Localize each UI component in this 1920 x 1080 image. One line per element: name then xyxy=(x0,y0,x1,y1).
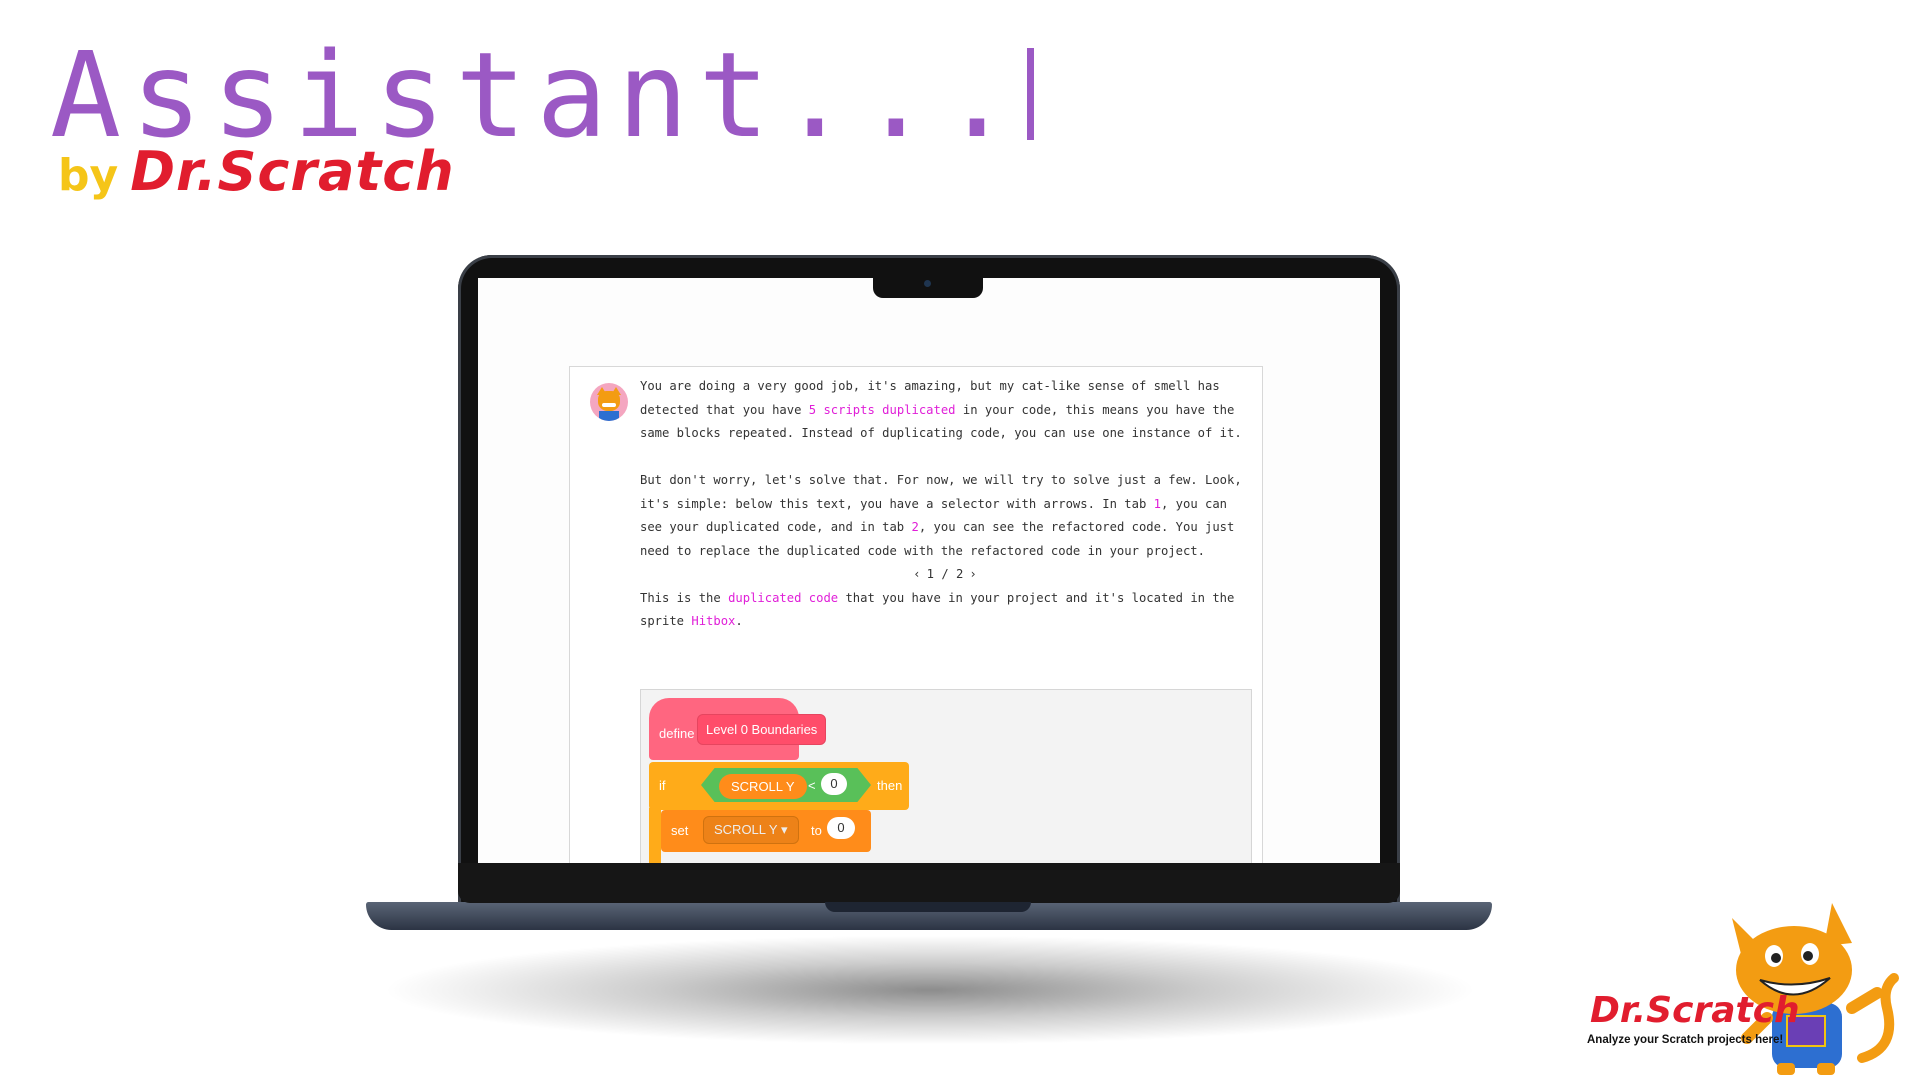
define-name-block: Level 0 Boundaries xyxy=(697,714,827,745)
variable-dropdown: SCROLL Y ▾ xyxy=(703,816,799,844)
duplicate-count-highlight: 5 scripts duplicated xyxy=(808,402,956,417)
pager-separator: / xyxy=(941,567,949,581)
assistant-message-card: You are doing a very good job, it's amaz… xyxy=(569,366,1263,863)
footer-tagline: Analyze your Scratch projects here! xyxy=(1587,1034,1784,1046)
typing-cursor xyxy=(1026,48,1034,140)
message-paragraph-2: But don't worry, let's solve that. For n… xyxy=(640,473,1242,558)
message-paragraph-3: This is the duplicated code that you hav… xyxy=(640,590,1235,629)
dr-scratch-footer-logo: Dr.Scratch xyxy=(1590,990,1800,1031)
scratch-code-viewer[interactable]: define Level 0 Boundaries if SCROLL Y < … xyxy=(640,689,1252,863)
to-label: to xyxy=(811,823,822,838)
set-value: 0 xyxy=(827,817,855,839)
byline: by Dr.Scratch xyxy=(58,140,455,203)
laptop-shadow xyxy=(380,935,1480,1045)
message-paragraph-1: You are doing a very good job, it's amaz… xyxy=(640,379,1242,440)
scroll-y-variable: SCROLL Y xyxy=(719,774,807,799)
then-label: then xyxy=(877,778,903,793)
camera-icon xyxy=(924,280,931,287)
if-block-arm xyxy=(649,808,661,863)
pager-current: 1 xyxy=(926,567,934,581)
tab2-highlight: 2 xyxy=(911,520,919,534)
byline-by: by xyxy=(58,150,119,201)
if-label: if xyxy=(659,778,666,793)
duplicated-code-highlight: duplicated code xyxy=(728,590,839,605)
tab-pager: ‹ 1 / 2 › xyxy=(640,563,1250,587)
cat-avatar-icon xyxy=(590,383,628,421)
sprite-name-highlight: Hitbox xyxy=(691,614,736,628)
pager-prev-button[interactable]: ‹ xyxy=(907,563,926,587)
compare-value: 0 xyxy=(821,773,847,795)
assistant-message: You are doing a very good job, it's amaz… xyxy=(640,375,1250,634)
operator-symbol: < xyxy=(808,778,816,793)
laptop-bezel xyxy=(458,863,1400,903)
pager-total: 2 xyxy=(956,567,964,581)
dr-scratch-logo: Dr.Scratch xyxy=(130,140,455,203)
pager-next-button[interactable]: › xyxy=(963,563,982,587)
laptop-base-lip xyxy=(825,902,1031,912)
laptop-screen: You are doing a very good job, it's amaz… xyxy=(478,278,1380,863)
set-label: set xyxy=(671,823,689,838)
cat-mascot-icon xyxy=(1732,903,1899,1075)
define-label: define xyxy=(659,726,695,741)
tab1-highlight: 1 xyxy=(1153,496,1161,511)
